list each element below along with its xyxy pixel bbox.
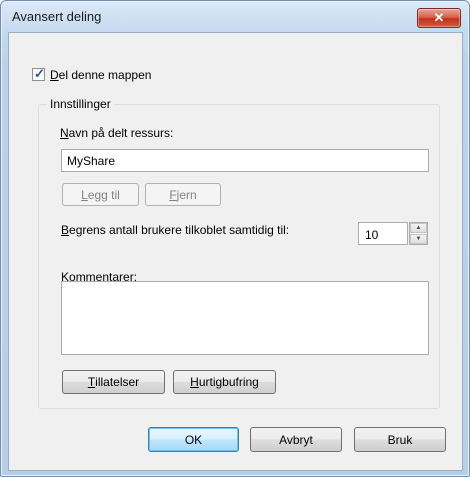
title-bar[interactable]: Avansert deling ✕ — [1, 1, 469, 31]
share-name-value: MyShare — [67, 154, 116, 168]
share-name-label: Navn på delt ressurs: — [60, 126, 174, 140]
close-button[interactable]: ✕ — [417, 8, 461, 28]
cancel-button[interactable]: Avbryt — [250, 427, 342, 452]
share-folder-label[interactable]: Del denne mappen — [50, 68, 151, 82]
comments-textarea[interactable] — [61, 281, 429, 355]
user-limit-value: 10 — [365, 228, 379, 242]
user-limit-spinner[interactable]: ▲ ▼ — [409, 222, 428, 245]
ok-button[interactable]: OK — [148, 427, 239, 452]
caching-button[interactable]: Hurtigbufring — [173, 370, 276, 394]
remove-share-button[interactable]: Fjern — [145, 183, 221, 206]
up-arrow-icon[interactable]: ▲ — [410, 223, 427, 233]
apply-button[interactable]: Bruk — [354, 427, 446, 452]
permissions-button[interactable]: Tillatelser — [62, 370, 165, 394]
dialog-client-area: ✓ Del denne mappen Innstillinger Navn på… — [8, 32, 463, 471]
settings-group-label: Innstillinger — [47, 97, 114, 111]
dialog-window: Avansert deling ✕ ✓ Del denne mappen Inn… — [0, 0, 470, 477]
checkmark-icon: ✓ — [34, 66, 45, 81]
down-arrow-icon[interactable]: ▼ — [410, 234, 427, 244]
share-name-input[interactable]: MyShare — [61, 149, 429, 172]
user-limit-input[interactable]: 10 — [358, 222, 408, 245]
share-folder-checkbox[interactable]: ✓ — [32, 66, 45, 81]
add-share-button[interactable]: Legg til — [62, 183, 139, 206]
dialog-title: Avansert deling — [12, 9, 102, 24]
user-limit-label: Begrens antall brukere tilkoblet samtidi… — [61, 223, 290, 237]
close-icon: ✕ — [433, 10, 445, 25]
